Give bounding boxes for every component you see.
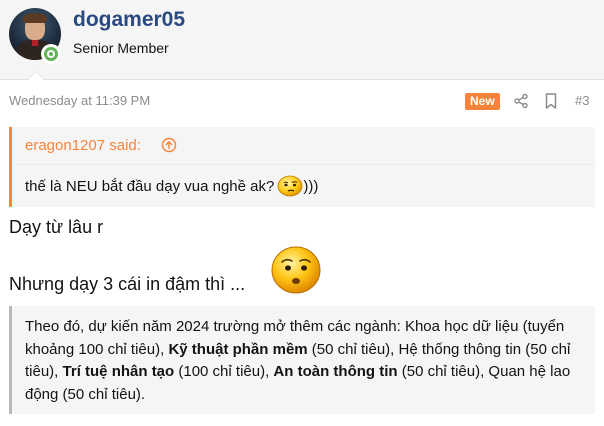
info-bold-ai: Trí tuệ nhân tạo xyxy=(62,363,175,380)
quote-suffix: ))) xyxy=(303,178,319,195)
post-number-link[interactable]: #3 xyxy=(575,93,589,108)
info-text: Theo đó, dự kiến năm 2024 trường mở thêm… xyxy=(25,316,590,406)
user-title: Senior Member xyxy=(73,40,169,56)
share-icon[interactable] xyxy=(513,93,529,109)
info-box: Theo đó, dự kiến năm 2024 trường mở thêm… xyxy=(9,306,595,414)
quote-header: eragon1207 said: xyxy=(12,127,595,165)
arrow-up-circle-icon[interactable] xyxy=(161,137,177,153)
username[interactable]: dogamer05 xyxy=(73,8,185,32)
quote-author-link[interactable]: eragon1207 said: xyxy=(25,137,141,154)
info-segment: (100 chỉ tiêu), xyxy=(174,363,274,380)
quote-text: thế là NEU bắt đầu dạy vua nghề ak? ))) xyxy=(25,175,318,197)
post-date[interactable]: Wednesday at 11:39 PM xyxy=(9,93,150,108)
user-header: dogamer05 Senior Member xyxy=(0,0,604,80)
worried-smiley-icon xyxy=(271,246,321,294)
thinking-smiley-icon xyxy=(277,175,303,197)
message-line-2: Nhưng dạy 3 cái in đậm thì ... xyxy=(9,274,246,294)
bookmark-icon[interactable] xyxy=(543,92,559,110)
message-line-1: Dạy từ lâu r xyxy=(9,217,104,237)
info-bold-software-engineering: Kỹ thuật phần mềm xyxy=(168,340,308,358)
quote-block: eragon1207 said: thế là NEU bắt đầu dạy … xyxy=(9,127,595,207)
quote-message: thế là NEU bắt đầu dạy vua nghề ak? xyxy=(25,178,275,195)
new-badge: New xyxy=(465,93,500,110)
online-status-icon xyxy=(41,44,61,64)
info-bold-information-security: An toàn thông tin xyxy=(273,363,398,380)
